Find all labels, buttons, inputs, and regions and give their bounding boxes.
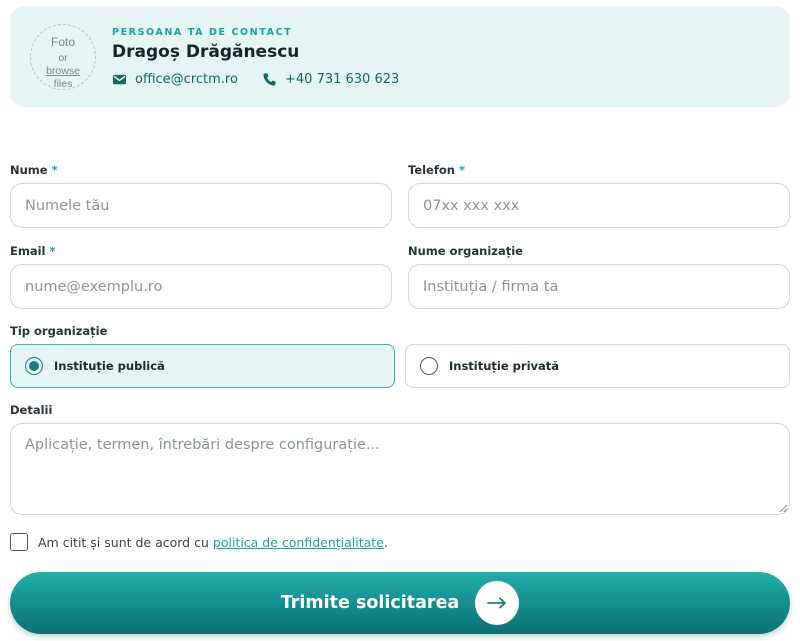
- arrow-right-icon: [487, 597, 507, 609]
- radio-private-label: Instituție privată: [449, 359, 560, 373]
- details-label-text: Detalii: [10, 403, 53, 417]
- consent-row: Am citit și sunt de acord cu politica de…: [10, 533, 388, 551]
- organization-label-text: Nume organizație: [408, 244, 523, 258]
- radio-private-institution[interactable]: Instituție privată: [405, 344, 790, 388]
- contact-name: Dragoș Drăgănescu: [112, 42, 300, 62]
- email-label: Email *: [10, 244, 56, 258]
- org-type-label-text: Tip organizație: [10, 324, 108, 338]
- name-input[interactable]: [10, 183, 392, 228]
- organization-label: Nume organizație: [408, 244, 523, 258]
- contact-eyebrow: PERSOANA TA DE CONTACT: [112, 27, 293, 38]
- photo-upload[interactable]: Foto or browse files: [30, 24, 96, 90]
- radio-public-label: Instituție publică: [54, 359, 165, 373]
- radio-button[interactable]: [420, 357, 438, 375]
- phone-input[interactable]: [408, 183, 790, 228]
- radio-selected-dot: [29, 361, 39, 371]
- consent-text-end: .: [383, 534, 388, 550]
- required-marker: *: [51, 163, 58, 177]
- name-label-text: Nume: [10, 163, 48, 177]
- required-marker: *: [49, 244, 56, 258]
- phone-label-text: Telefon: [408, 163, 455, 177]
- submit-label: Trimite solicitarea: [280, 593, 460, 613]
- contact-phone-text: +40 731 630 623: [285, 71, 400, 87]
- consent-text: Am citit și sunt de acord cu: [38, 534, 209, 550]
- consent-checkbox[interactable]: [10, 533, 28, 551]
- files-text: files: [53, 78, 73, 90]
- organization-input[interactable]: [408, 264, 790, 309]
- mail-icon: [112, 74, 127, 84]
- phone-label: Telefon *: [408, 163, 465, 177]
- details-label: Detalii: [10, 403, 52, 417]
- contact-email[interactable]: office@crctm.ro: [112, 71, 238, 87]
- name-label: Nume *: [10, 163, 58, 177]
- photo-or-text: or: [58, 52, 68, 64]
- privacy-policy-link[interactable]: politica de confidențialitate: [213, 535, 384, 550]
- details-textarea[interactable]: [10, 423, 790, 515]
- contact-card: Foto or browse files PERSOANA TA DE CONT…: [10, 6, 790, 107]
- required-marker: *: [458, 163, 465, 177]
- phone-icon: [263, 72, 276, 86]
- radio-button[interactable]: [25, 357, 43, 375]
- org-type-label: Tip organizație: [10, 324, 107, 338]
- arrow-circle: [475, 581, 520, 625]
- contact-phone[interactable]: +40 731 630 623: [262, 71, 399, 87]
- email-label-text: Email: [10, 244, 46, 258]
- contact-email-text: office@crctm.ro: [135, 71, 238, 87]
- email-input[interactable]: [10, 264, 392, 309]
- submit-button[interactable]: Trimite solicitarea: [10, 572, 790, 634]
- photo-label: Foto: [50, 35, 75, 49]
- resize-grip-icon[interactable]: [778, 503, 788, 513]
- radio-public-institution[interactable]: Instituție publică: [10, 344, 395, 388]
- browse-link[interactable]: browse: [31, 65, 95, 77]
